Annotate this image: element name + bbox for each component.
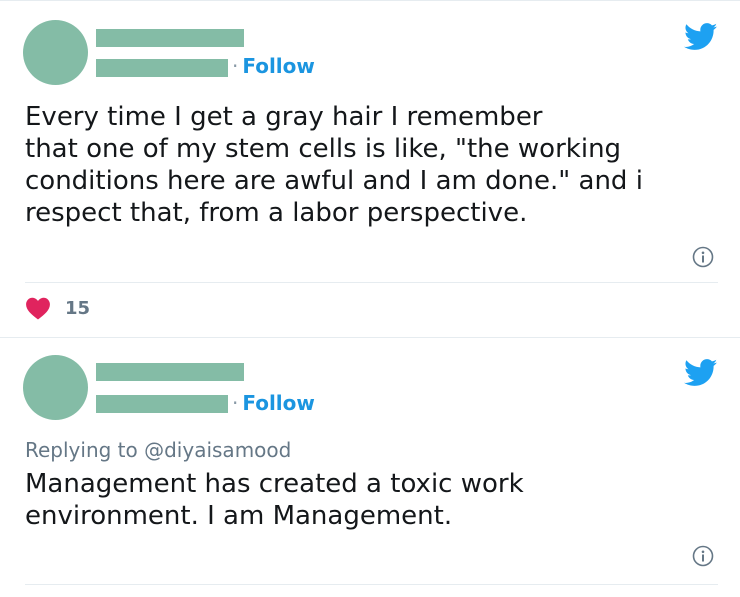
follow-separator: · [232,391,239,415]
avatar[interactable] [23,20,88,85]
follow-button[interactable]: · Follow [232,54,315,78]
divider [25,584,718,585]
avatar[interactable] [23,355,88,420]
tweet-text: Every time I get a gray hair I remember … [25,102,643,228]
handle-redacted [96,59,228,77]
divider [25,282,718,283]
like-count: 15 [65,297,91,319]
tweet-card: · Follow Every time I get a gray hair I r… [0,0,740,337]
follow-separator: · [232,54,239,78]
twitter-bird-icon[interactable] [684,359,718,387]
reply-context[interactable]: Replying to @diyaisamood [25,438,291,462]
heart-icon [26,297,50,320]
info-icon[interactable] [692,545,714,567]
tweet-card: · Follow Replying to @diyaisamood Managem… [0,337,740,597]
handle-redacted [96,395,228,413]
follow-label: Follow [242,54,315,78]
display-name-redacted [96,363,244,381]
tweet-text: Management has created a toxic work envi… [25,469,524,531]
like-button[interactable]: 15 [25,295,90,321]
info-icon[interactable] [692,246,714,268]
display-name-redacted [96,29,244,47]
follow-label: Follow [242,391,315,415]
follow-button[interactable]: · Follow [232,391,315,415]
twitter-bird-icon[interactable] [684,23,718,51]
